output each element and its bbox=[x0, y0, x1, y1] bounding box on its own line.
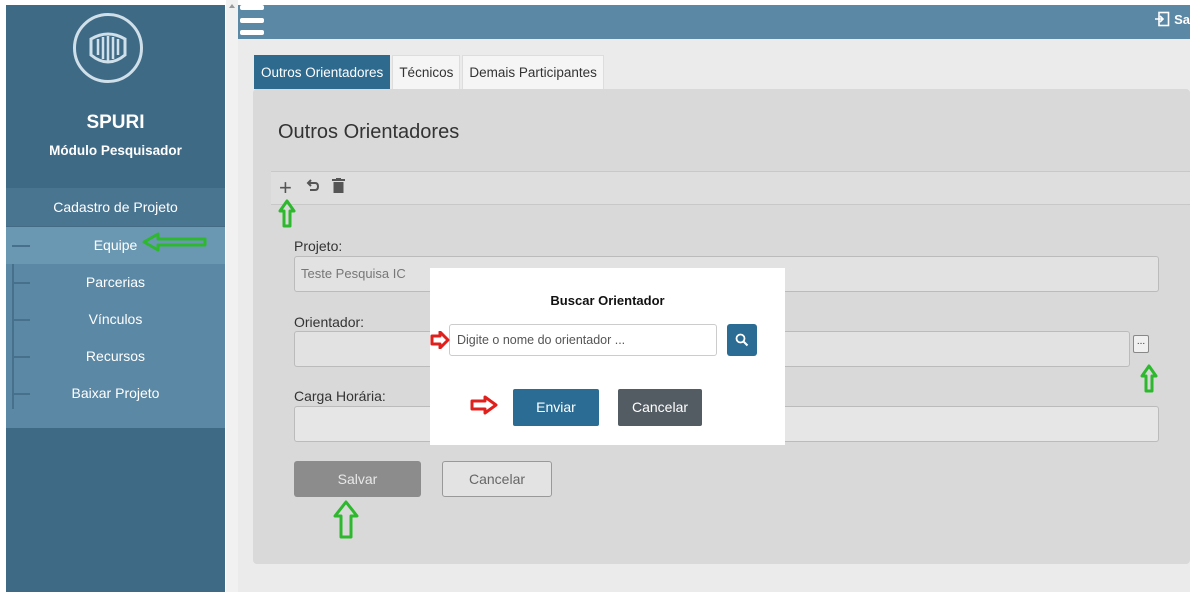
cancel-button[interactable]: Cancelar bbox=[442, 461, 552, 497]
search-icon bbox=[735, 333, 749, 347]
undo-icon[interactable] bbox=[306, 177, 320, 198]
red-arrow-right-icon bbox=[430, 331, 450, 349]
green-arrow-up-icon bbox=[278, 199, 296, 228]
tree-tick bbox=[12, 319, 30, 321]
send-button[interactable]: Enviar bbox=[513, 389, 599, 426]
sidebar-item-baixar-projeto[interactable]: Baixar Projeto bbox=[6, 375, 225, 412]
top-bar: Sa bbox=[238, 5, 1190, 39]
dialog-title: Buscar Orientador bbox=[550, 293, 665, 308]
plus-icon[interactable]: + bbox=[279, 175, 292, 201]
sidebar-item-vinculos[interactable]: Vínculos bbox=[6, 301, 225, 338]
logo bbox=[73, 13, 143, 83]
sidebar-item-label: Equipe bbox=[93, 237, 138, 253]
scroll-up-icon[interactable] bbox=[229, 4, 235, 8]
toolbar: + bbox=[271, 171, 1190, 205]
menu-icon[interactable] bbox=[240, 5, 264, 39]
page-title: Outros Orientadores bbox=[278, 121, 460, 143]
module-name: Módulo Pesquisador bbox=[49, 143, 182, 158]
menu-submenu: Equipe Parcerias Vínculos Recursos Baixa… bbox=[6, 227, 225, 428]
carga-horaria-label: Carga Horária: bbox=[294, 388, 386, 404]
tree-tick bbox=[12, 356, 30, 358]
page-scrollbar[interactable] bbox=[226, 0, 238, 592]
sidebar-item-label: Baixar Projeto bbox=[71, 385, 160, 401]
red-arrow-right-icon bbox=[470, 395, 498, 415]
sidebar-item-parcerias[interactable]: Parcerias bbox=[6, 264, 225, 301]
dialog-cancel-button[interactable]: Cancelar bbox=[618, 389, 702, 426]
tree-tick bbox=[12, 282, 30, 284]
menu-cadastro-projeto[interactable]: Cadastro de Projeto bbox=[6, 188, 225, 227]
orientador-label: Orientador: bbox=[294, 314, 365, 330]
logout-label: Sa bbox=[1174, 11, 1190, 27]
tab-outros-orientadores[interactable]: Outros Orientadores bbox=[254, 55, 391, 89]
projeto-label: Projeto: bbox=[294, 238, 343, 254]
trash-icon[interactable] bbox=[332, 177, 345, 198]
app-name: SPURI bbox=[86, 112, 145, 133]
search-button[interactable] bbox=[727, 324, 757, 356]
search-orientador-button[interactable]: ... bbox=[1133, 335, 1149, 353]
tab-bar: Outros Orientadores Técnicos Demais Part… bbox=[254, 55, 606, 89]
tree-tick bbox=[12, 245, 30, 247]
green-arrow-up-icon bbox=[1140, 364, 1158, 393]
search-input[interactable]: Digite o nome do orientador ... bbox=[449, 324, 717, 356]
logout-link[interactable]: Sa bbox=[1154, 11, 1190, 27]
sidebar-item-label: Vínculos bbox=[88, 311, 143, 327]
logout-icon bbox=[1155, 11, 1170, 27]
green-arrow-left-icon bbox=[142, 232, 207, 252]
save-button[interactable]: Salvar bbox=[294, 461, 421, 497]
sidebar: SPURI Módulo Pesquisador Cadastro de Pro… bbox=[6, 5, 225, 592]
tab-demais-participantes[interactable]: Demais Participantes bbox=[462, 55, 604, 89]
search-orientador-dialog: Buscar Orientador Digite o nome do orien… bbox=[430, 268, 785, 445]
sidebar-item-label: Recursos bbox=[85, 348, 146, 364]
tree-tick bbox=[12, 393, 30, 395]
sidebar-item-label: Parcerias bbox=[85, 274, 146, 290]
sidebar-menu: Cadastro de Projeto Equipe Parcerias Vín… bbox=[6, 188, 225, 428]
tab-tecnicos[interactable]: Técnicos bbox=[392, 55, 461, 89]
sidebar-item-recursos[interactable]: Recursos bbox=[6, 338, 225, 375]
green-arrow-up-icon bbox=[333, 500, 359, 539]
